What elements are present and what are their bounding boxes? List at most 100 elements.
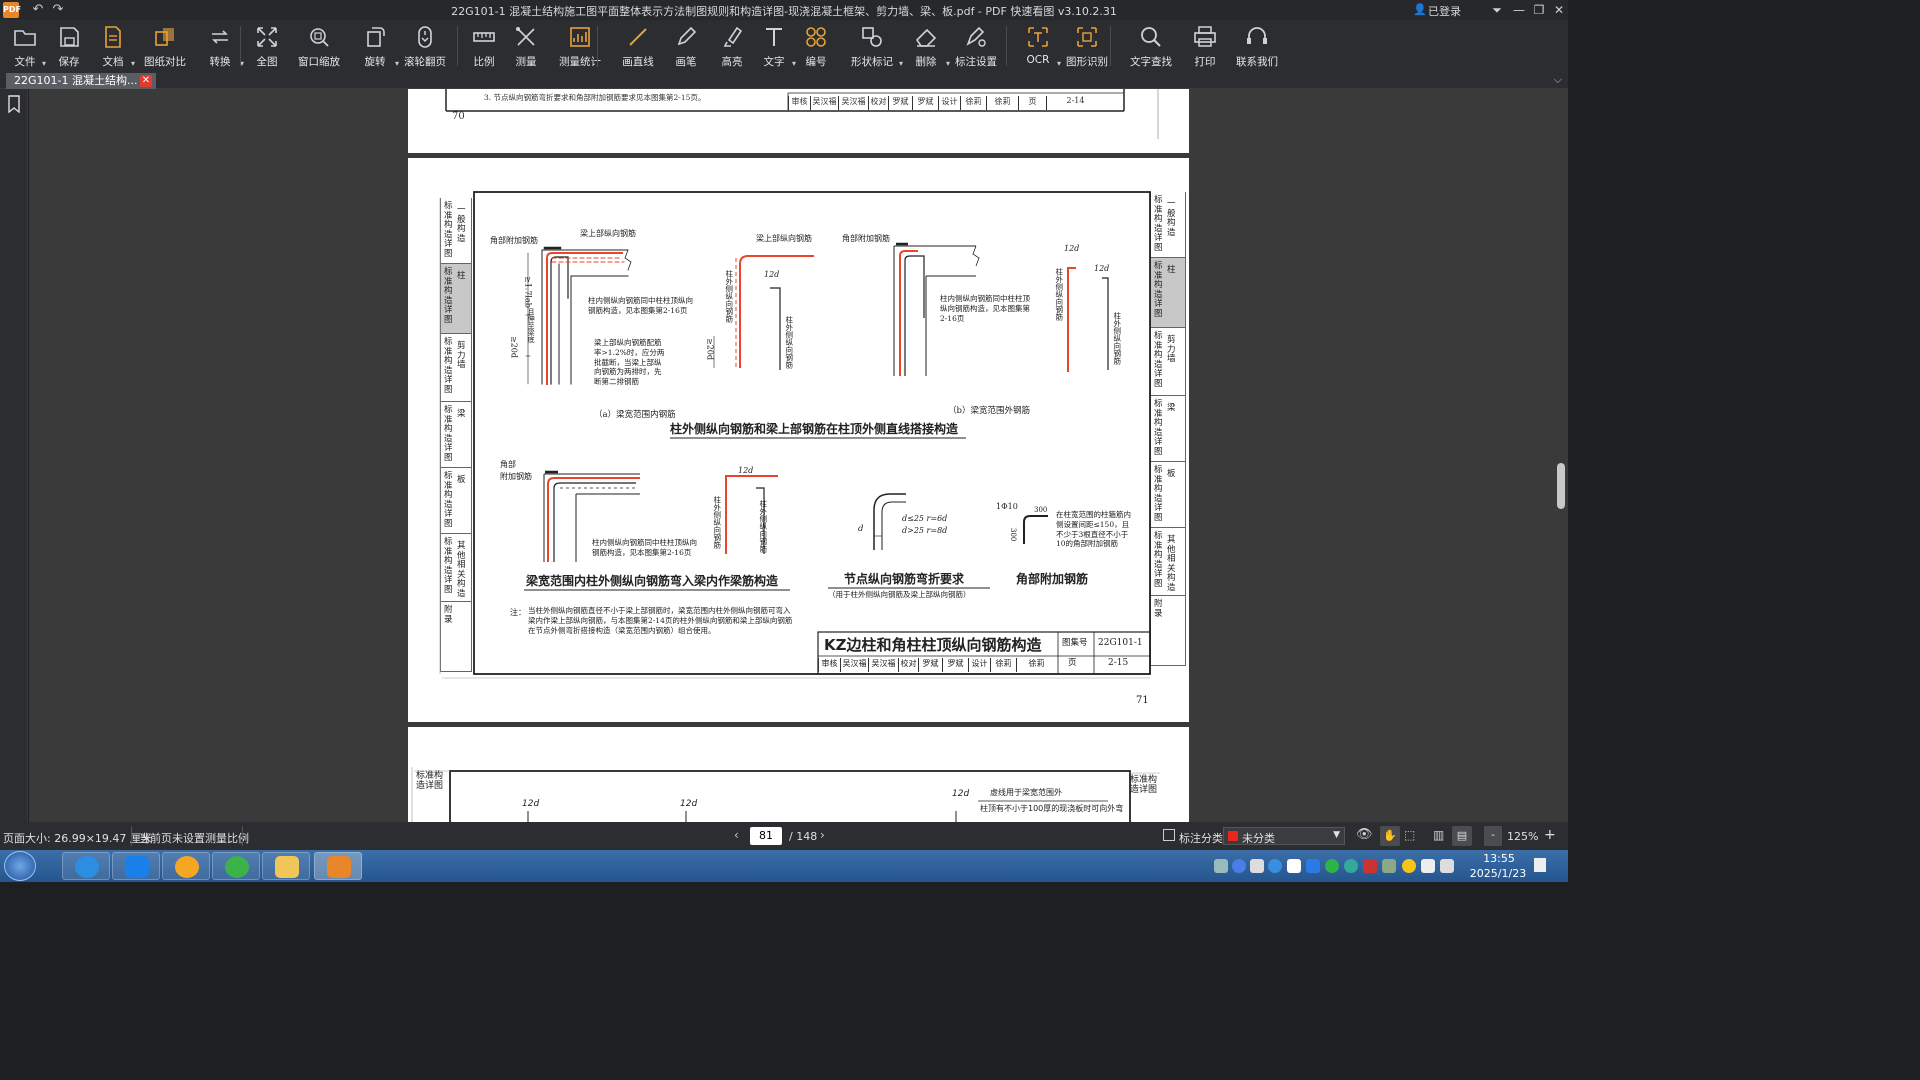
volume-tray-icon[interactable]	[1440, 859, 1454, 873]
tool-rotate-button[interactable]: 旋转 ▾	[355, 24, 399, 70]
line-icon	[629, 28, 647, 46]
tool-headset-button[interactable]: 联系我们	[1234, 24, 1280, 70]
browser-360-icon[interactable]	[62, 852, 110, 880]
tool-annotation-settings-button[interactable]: 标注设置	[952, 24, 1000, 70]
tool-label: 窗口缩放	[298, 56, 340, 68]
tool-label: 高亮	[721, 56, 743, 68]
annotation-category-value: 未分类	[1242, 832, 1275, 845]
clock-time[interactable]: 13:55	[1474, 852, 1524, 865]
tool-scale-button[interactable]: 比例	[469, 24, 499, 70]
tool-print-button[interactable]: 打印	[1189, 24, 1221, 70]
drawing-label-section4-title: 角部附加钢筋	[1016, 572, 1089, 586]
tool-line-button[interactable]: 画直线	[620, 24, 656, 70]
menu-dropdown-icon[interactable]: ⏷	[1488, 2, 1506, 18]
dropdown-arrow-icon[interactable]: ▾	[131, 59, 135, 68]
zoom-in-button[interactable]: +	[1544, 827, 1556, 843]
drawing-label-corner-add-note: 在柱宽范围的柱箍筋内侧设置间距≤150，且不少于3根直径不小于10的角部附加钢筋	[1056, 510, 1131, 549]
next-page-icon[interactable]: ›	[820, 828, 825, 842]
measure-stats-icon	[570, 27, 590, 47]
dropdown-arrow-icon[interactable]: ▾	[395, 59, 399, 68]
title-cell: 设计	[938, 96, 960, 110]
signal-tray-icon[interactable]	[1421, 859, 1435, 873]
tray-icon[interactable]	[1402, 859, 1416, 873]
tray-icon[interactable]	[1382, 859, 1396, 873]
toolbar-separator	[1006, 26, 1007, 66]
maximize-button[interactable]: ❐	[1530, 2, 1548, 18]
minimize-button[interactable]: —	[1510, 2, 1528, 18]
tool-save-button[interactable]: 保存	[52, 24, 86, 70]
close-button[interactable]: ✕	[1550, 2, 1568, 18]
dingtalk-icon[interactable]	[112, 852, 160, 880]
tool-number-button[interactable]: 编号	[800, 24, 832, 70]
file-explorer-icon[interactable]	[262, 852, 310, 880]
tool-compare-button[interactable]: 图纸对比	[141, 24, 189, 70]
keyboard-tray-icon[interactable]	[1214, 859, 1228, 873]
page-number-input[interactable]: 81	[750, 827, 782, 845]
document-viewer[interactable]: 3. 节点纵向钢筋弯折要求和角部附加钢筋要求见本图集第2-15页。 审核 吴汉福吴…	[29, 89, 1568, 822]
zoom-out-button[interactable]: -	[1484, 826, 1502, 846]
tray-icon[interactable]	[1363, 859, 1377, 873]
flag-tray-icon[interactable]	[1534, 858, 1546, 872]
network-tray-icon[interactable]	[1344, 859, 1358, 873]
tool-shape-recognition-button[interactable]: 图形识别	[1064, 24, 1110, 70]
annotation-category-select[interactable]: 未分类 ▼	[1223, 827, 1345, 845]
tab-list-chevron-icon[interactable]: ⌵	[1554, 73, 1562, 87]
wechat-tray-icon[interactable]	[1325, 859, 1339, 873]
drawing-label-corner-add-300b: 300	[1009, 528, 1018, 542]
bookmark-icon[interactable]	[7, 95, 21, 113]
tool-document-button[interactable]: 文档 ▾	[95, 24, 135, 70]
hand-tool-icon[interactable]: ✋	[1380, 826, 1400, 846]
tool-label: 联系我们	[1236, 56, 1278, 68]
tool-fit-all-button[interactable]: 全图	[250, 24, 284, 70]
tool-text-button[interactable]: 文字 ▾	[756, 24, 796, 70]
drawing-label-bend-d: d	[858, 524, 864, 534]
tool-search-button[interactable]: 文字查找	[1127, 24, 1175, 70]
dropdown-arrow-icon[interactable]: ▾	[946, 59, 950, 68]
dropdown-arrow-icon[interactable]: ▾	[42, 59, 46, 68]
chevron-down-icon: ▼	[1333, 830, 1340, 840]
tool-convert-button[interactable]: 转换 ▾	[200, 24, 244, 70]
ie-icon[interactable]	[212, 852, 260, 880]
prev-page-icon[interactable]: ‹	[734, 828, 739, 842]
360-tray-icon[interactable]	[1268, 859, 1282, 873]
page-72: 标准构造详图 标准构造详图 12d 12d 12d 虚线用于梁宽范围外 柱顶有不…	[408, 727, 1189, 822]
tray-icon[interactable]	[1306, 859, 1320, 873]
annotation-category-label: 标注分类	[1179, 832, 1223, 845]
zoom-level[interactable]: 125%	[1507, 830, 1538, 843]
tool-label: 滚轮翻页	[404, 56, 446, 68]
tool-pen-button[interactable]: 画笔	[670, 24, 702, 70]
tool-shape-mark-button[interactable]: 形状标记 ▾	[845, 24, 903, 70]
tool-window-zoom-button[interactable]: 窗口缩放	[295, 24, 343, 70]
ime-tray-icon[interactable]	[1250, 859, 1264, 873]
close-tab-icon[interactable]: ✕	[140, 75, 152, 87]
tool-measure-button[interactable]: 测量	[511, 24, 541, 70]
start-button[interactable]	[4, 851, 36, 881]
title-cell: 审核	[818, 658, 840, 672]
tool-folder-button[interactable]: 文件 ▾	[8, 24, 46, 70]
login-status[interactable]: 已登录	[1428, 3, 1461, 19]
continuous-view-icon[interactable]: ▤	[1452, 826, 1472, 846]
dropdown-arrow-icon[interactable]: ▾	[792, 59, 796, 68]
title-cell: 2-14	[1046, 96, 1104, 110]
clock-date[interactable]: 2025/1/23	[1466, 867, 1530, 880]
tool-highlight-button[interactable]: 高亮	[714, 24, 750, 70]
visibility-icon[interactable]: 👁	[1356, 827, 1373, 842]
pdf-app-icon[interactable]	[314, 852, 362, 880]
cloud-icon[interactable]	[162, 852, 210, 880]
single-page-view-icon[interactable]: ▥	[1433, 828, 1444, 842]
select-tool-icon[interactable]: ⬚	[1404, 828, 1415, 842]
user-icon[interactable]: 👤	[1412, 2, 1428, 18]
fit-all-icon	[257, 27, 277, 47]
tool-ocr-button[interactable]: OCR ▾	[1019, 24, 1061, 70]
toolbar-separator	[597, 26, 598, 66]
title-cell: 徐莉	[1016, 658, 1056, 672]
tool-eraser-button[interactable]: 删除 ▾	[906, 24, 950, 70]
dropdown-arrow-icon[interactable]: ▾	[899, 59, 903, 68]
vertical-scrollbar[interactable]	[1557, 463, 1565, 509]
dropdown-arrow-icon[interactable]: ▾	[1057, 59, 1061, 68]
help-tray-icon[interactable]	[1232, 859, 1246, 873]
document-tab[interactable]: 22G101-1 混凝土结构... ✕	[6, 73, 156, 89]
document-icon	[105, 26, 121, 48]
tool-scroll-page-button[interactable]: 滚轮翻页	[401, 24, 449, 70]
tray-icon[interactable]	[1287, 859, 1301, 873]
